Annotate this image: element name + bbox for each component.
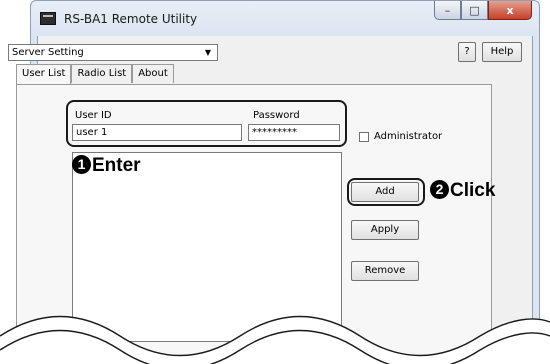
administrator-label: Administrator — [374, 131, 443, 142]
tab-radio-list[interactable]: Radio List — [71, 64, 133, 83]
maximize-button[interactable]: □ — [461, 1, 488, 20]
mode-select-value: Server Setting — [12, 47, 84, 58]
minimize-button[interactable]: – — [434, 1, 461, 20]
tab-user-list[interactable]: User List — [16, 64, 72, 85]
dropdown-arrow-icon[interactable]: ▼ — [201, 47, 215, 58]
callout-click: 2 Click — [430, 180, 495, 202]
app-icon — [40, 12, 56, 25]
mode-select[interactable]: Server Setting ▼ — [8, 44, 218, 61]
administrator-checkbox[interactable] — [359, 132, 369, 142]
question-button[interactable]: ? — [458, 42, 476, 62]
title-bar: RS-BA1 Remote Utility – □ x — [30, 0, 540, 36]
password-label: Password — [253, 110, 300, 121]
remove-button[interactable]: Remove — [351, 261, 419, 281]
callout-click-text: Click — [450, 180, 496, 201]
help-button[interactable]: Help — [482, 42, 522, 62]
password-field[interactable]: ********* — [248, 124, 340, 141]
user-id-label: User ID — [75, 110, 112, 121]
torn-edge-decoration — [0, 315, 550, 364]
callout-click-number: 2 — [430, 180, 449, 199]
user-id-field[interactable]: user 1 — [72, 124, 242, 141]
close-button[interactable]: x — [488, 1, 532, 20]
apply-button[interactable]: Apply — [351, 220, 419, 240]
callout-enter-text: Enter — [92, 155, 141, 176]
add-button[interactable]: Add — [351, 182, 419, 202]
callout-enter: 1 Enter — [72, 155, 141, 177]
window-controls: – □ x — [434, 1, 532, 20]
tab-strip: User List Radio List About — [16, 64, 174, 85]
tab-about[interactable]: About — [132, 64, 174, 83]
callout-enter-number: 1 — [72, 155, 91, 174]
window-title: RS-BA1 Remote Utility — [64, 12, 198, 26]
